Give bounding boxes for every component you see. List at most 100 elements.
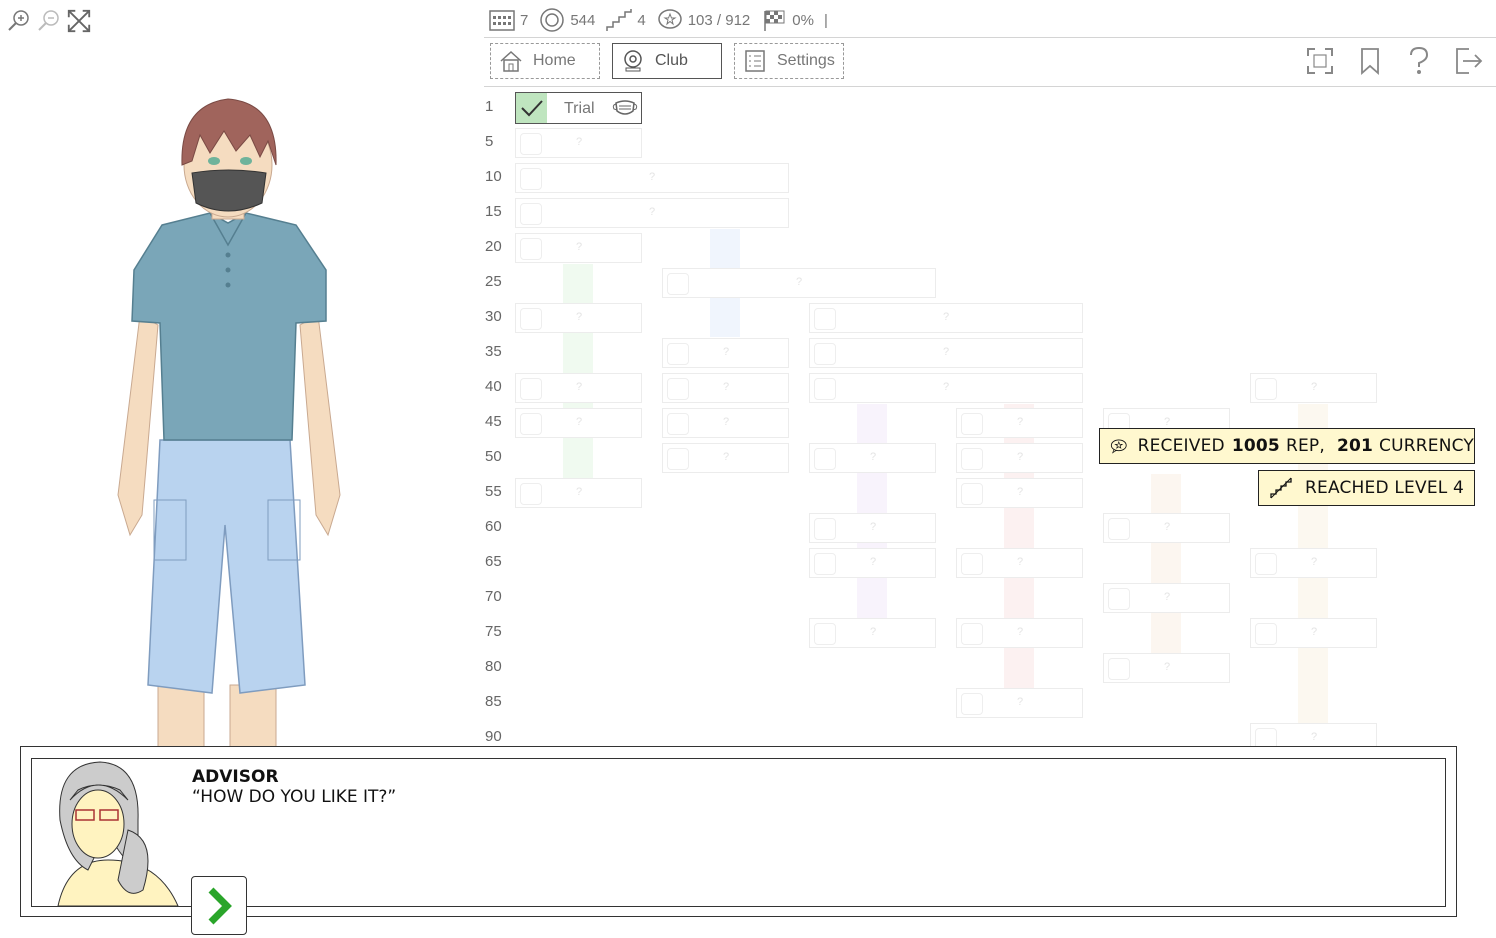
locked-perk-card[interactable]: ?	[515, 478, 642, 508]
row-number: 10	[485, 168, 502, 185]
settings-button[interactable]: Settings	[734, 43, 844, 79]
locked-perk-card[interactable]: ?	[515, 303, 642, 333]
home-button[interactable]: Home	[490, 43, 600, 79]
zoom-in-icon[interactable]	[6, 8, 32, 34]
locked-perk-card[interactable]: ?	[809, 618, 936, 648]
locked-perk-card[interactable]: ?	[1103, 653, 1230, 683]
perk-icon	[1108, 658, 1130, 680]
locked-perk-label: ?	[1164, 661, 1171, 673]
locked-perk-card[interactable]: ?	[515, 373, 642, 403]
locked-perk-label: ?	[723, 346, 730, 358]
nav-divider	[484, 86, 1496, 87]
chevron-right-icon	[208, 887, 232, 924]
row-number: 70	[485, 588, 502, 605]
checklist-icon	[745, 50, 765, 72]
trial-card[interactable]: Trial	[515, 92, 642, 124]
row-number: 35	[485, 343, 502, 360]
locked-perk-card[interactable]: ?	[1250, 548, 1377, 578]
exit-icon[interactable]	[1454, 46, 1484, 76]
perk-icon	[667, 413, 689, 435]
locked-perk-card[interactable]: ?	[809, 373, 1083, 403]
row-number: 80	[485, 658, 502, 675]
locked-perk-card[interactable]: ?	[956, 408, 1083, 438]
progress-stat: 0%	[760, 7, 814, 33]
locked-perk-label: ?	[1311, 556, 1318, 568]
perk-icon	[520, 378, 542, 400]
home-label: Home	[533, 52, 576, 69]
locked-perk-label: ?	[723, 451, 730, 463]
perk-icon	[520, 133, 542, 155]
locked-perk-card[interactable]: ?	[515, 198, 789, 228]
row-number: 65	[485, 553, 502, 570]
fit-screen-icon[interactable]	[66, 8, 92, 34]
locked-perk-card[interactable]: ?	[956, 478, 1083, 508]
locked-perk-label: ?	[723, 416, 730, 428]
next-button[interactable]	[191, 876, 247, 935]
locked-perk-card[interactable]: ?	[809, 548, 936, 578]
locked-perk-card[interactable]: ?	[662, 373, 789, 403]
locked-perk-card[interactable]: ?	[515, 233, 642, 263]
locked-perk-card[interactable]: ?	[515, 128, 642, 158]
level-stat: 4	[605, 7, 646, 33]
row-number: 15	[485, 203, 502, 220]
locked-perk-label: ?	[870, 451, 877, 463]
fullscreen-icon[interactable]	[1305, 46, 1335, 76]
locked-perk-card[interactable]: ?	[662, 408, 789, 438]
locked-perk-label: ?	[943, 311, 950, 323]
locked-perk-card[interactable]: ?	[956, 618, 1083, 648]
help-icon[interactable]	[1404, 46, 1434, 76]
currency-stat: 103 / 912	[656, 7, 750, 33]
locked-perk-card[interactable]: ?	[809, 303, 1083, 333]
home-icon	[500, 50, 522, 72]
locked-perk-card[interactable]: ?	[1250, 373, 1377, 403]
locked-perk-label: ?	[1164, 591, 1171, 603]
locked-perk-card[interactable]: ?	[515, 408, 642, 438]
locked-perk-label: ?	[1017, 416, 1024, 428]
received-currency-value: 201	[1336, 436, 1374, 456]
locked-perk-card[interactable]: ?	[1103, 513, 1230, 543]
perk-icon	[814, 308, 836, 330]
locked-perk-card[interactable]: ?	[956, 548, 1083, 578]
row-number: 40	[485, 378, 502, 395]
locked-perk-card[interactable]: ?	[1103, 583, 1230, 613]
locked-perk-card[interactable]: ?	[1250, 618, 1377, 648]
grid-connector	[563, 264, 593, 480]
club-label: Club	[655, 52, 688, 69]
perk-icon	[1255, 378, 1277, 400]
received-rep-value: 1005	[1231, 436, 1280, 456]
locked-perk-card[interactable]: ?	[956, 688, 1083, 718]
reputation-value: 544	[570, 11, 596, 29]
club-button[interactable]: Club	[612, 43, 722, 79]
level-value: 4	[637, 11, 646, 29]
locked-perk-card[interactable]: ?	[809, 443, 936, 473]
locked-perk-label: ?	[576, 311, 583, 323]
locked-perk-label: ?	[1164, 521, 1171, 533]
locked-perk-card[interactable]: ?	[809, 513, 936, 543]
perk-icon	[961, 483, 983, 505]
locked-perk-card[interactable]: ?	[956, 443, 1083, 473]
status-divider	[484, 37, 1496, 38]
grid-connector	[857, 404, 887, 620]
locked-perk-card[interactable]: ?	[809, 338, 1083, 368]
locked-perk-card[interactable]: ?	[662, 338, 789, 368]
zoom-out-icon[interactable]	[36, 8, 62, 34]
locked-perk-label: ?	[943, 381, 950, 393]
locked-perk-label: ?	[796, 276, 803, 288]
stairs-icon	[606, 9, 633, 31]
locked-perk-card[interactable]: ?	[515, 163, 789, 193]
locked-perk-label: ?	[576, 486, 583, 498]
perk-icon	[520, 308, 542, 330]
locked-perk-label: ?	[1017, 626, 1024, 638]
locked-perk-label: ?	[1164, 416, 1171, 428]
row-number: 60	[485, 518, 502, 535]
progress-value: 0%	[792, 11, 814, 29]
locked-perk-label: ?	[576, 241, 583, 253]
locked-perk-label: ?	[943, 346, 950, 358]
locked-perk-card[interactable]: ?	[662, 443, 789, 473]
locked-perk-card[interactable]: ?	[662, 268, 936, 298]
bookmark-icon[interactable]	[1355, 46, 1385, 76]
received-rep-unit: REP,	[1285, 436, 1325, 456]
perk-icon	[520, 168, 542, 190]
status-separator: |	[823, 11, 828, 29]
calendar-icon	[489, 10, 515, 31]
